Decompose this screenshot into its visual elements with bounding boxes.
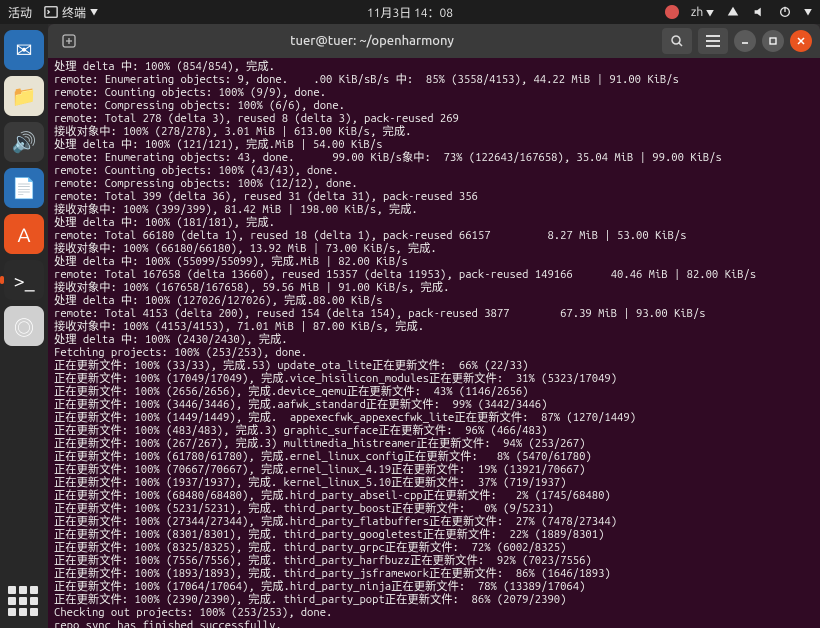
terminal-line: 接收对象中: 100% (278/278), 3.01 MiB | 613.00… (54, 125, 814, 138)
terminal-line: 处理 delta 中: 100% (2430/2430), 完成. (54, 333, 814, 346)
terminal-line: remote: Counting objects: 100% (9/9), do… (54, 86, 814, 99)
ime-indicator[interactable]: zh ▼ (691, 6, 714, 19)
power-icon[interactable] (778, 5, 792, 19)
terminal-line: 正在更新文件: 100% (5231/5231), 完成. third_part… (54, 502, 814, 515)
terminal-line: Fetching projects: 100% (253/253), done. (54, 346, 814, 359)
terminal-line: 接收对象中: 100% (399/399), 81.42 MiB | 198.0… (54, 203, 814, 216)
window-title: tuer@tuer: ~/openharmony (82, 34, 662, 48)
terminal-line: 处理 delta 中: 100% (127026/127026), 完成.88.… (54, 294, 814, 307)
terminal-line: remote: Total 4153 (delta 200), reused 1… (54, 307, 814, 320)
terminal-line: remote: Total 66180 (delta 1), reused 18… (54, 229, 814, 242)
terminal-line: 正在更新文件: 100% (8301/8301), 完成. third_part… (54, 528, 814, 541)
app-menu-label: 终端 (62, 4, 86, 21)
volume-icon[interactable] (752, 5, 766, 19)
dock-app-software[interactable]: A (4, 214, 44, 254)
terminal-line: remote: Total 399 (delta 36), reused 31 … (54, 190, 814, 203)
gnome-topbar: 活动 终端 ▼ 11月3日 14：08 zh ▼ ▼ (0, 0, 820, 24)
terminal-window: tuer@tuer: ~/openharmony 处理 delta 中: 100… (48, 24, 820, 628)
terminal-line: 正在更新文件: 100% (1893/1893), 完成. third_part… (54, 567, 814, 580)
dock-app-files[interactable]: 📁 (4, 76, 44, 116)
terminal-line: 正在更新文件: 100% (17064/17064), 完成.hird_part… (54, 580, 814, 593)
terminal-line: Checking out projects: 100% (253/253), d… (54, 606, 814, 619)
terminal-line: 正在更新文件: 100% (2656/2656), 完成.device_qemu… (54, 385, 814, 398)
plus-box-icon (62, 34, 76, 48)
terminal-line: 接收对象中: 100% (4153/4153), 71.01 MiB | 87.… (54, 320, 814, 333)
terminal-line: 正在更新文件: 100% (61780/61780), 完成.ernel_lin… (54, 450, 814, 463)
terminal-line: 正在更新文件: 100% (483/483), 完成.3) graphic_su… (54, 424, 814, 437)
terminal-app-icon (44, 5, 58, 19)
terminal-line: 正在更新文件: 100% (27344/27344), 完成.hird_part… (54, 515, 814, 528)
network-icon[interactable] (726, 5, 740, 19)
terminal-line: repo sync has finished successfully. (54, 619, 814, 628)
new-tab-button[interactable] (56, 28, 82, 54)
search-button[interactable] (662, 28, 692, 54)
dock-app-libreoffice[interactable]: 📄 (4, 168, 44, 208)
terminal-line: remote: Enumerating objects: 9, done. .0… (54, 73, 814, 86)
terminal-line: remote: Total 167658 (delta 13660), reus… (54, 268, 814, 281)
terminal-line: 处理 delta 中: 100% (55099/55099), 完成.MiB |… (54, 255, 814, 268)
terminal-line: 正在更新文件: 100% (70667/70667), 完成.ernel_lin… (54, 463, 814, 476)
terminal-line: 接收对象中: 100% (66180/66180), 13.92 MiB | 7… (54, 242, 814, 255)
terminal-line: 正在更新文件: 100% (267/267), 完成.3) multimedia… (54, 437, 814, 450)
terminal-line: 正在更新文件: 100% (2390/2390), 完成. third_part… (54, 593, 814, 606)
dock-app-thunderbird[interactable]: ✉ (4, 30, 44, 70)
notification-badge-icon[interactable] (665, 5, 679, 19)
terminal-line: 处理 delta 中: 100% (121/121), 完成.MiB | 54.… (54, 138, 814, 151)
terminal-line: 正在更新文件: 100% (1937/1937), 完成. kernel_lin… (54, 476, 814, 489)
terminal-line: remote: Compressing objects: 100% (6/6),… (54, 99, 814, 112)
dock-app-terminal[interactable]: >_ (4, 260, 44, 300)
close-icon (796, 36, 806, 46)
show-applications-button[interactable] (8, 586, 40, 618)
dock-app-disc[interactable]: ◎ (4, 306, 44, 346)
terminal-line: 正在更新文件: 100% (17049/17049), 完成.vice_hisi… (54, 372, 814, 385)
dock-app-rhythmbox[interactable]: 🔊 (4, 122, 44, 162)
dock: ✉ 📁 🔊 📄 A >_ ◎ (0, 24, 48, 628)
system-menu-chevron-icon[interactable]: ▼ (804, 7, 812, 18)
minimize-button[interactable] (734, 30, 756, 52)
terminal-line: 正在更新文件: 100% (7556/7556), 完成. third_part… (54, 554, 814, 567)
terminal-line: remote: Total 278 (delta 3), reused 8 (d… (54, 112, 814, 125)
terminal-output[interactable]: 处理 delta 中: 100% (854/854), 完成.remote: E… (48, 58, 820, 628)
terminal-line: 正在更新文件: 100% (3446/3446), 完成.aafwk_stand… (54, 398, 814, 411)
clock[interactable]: 11月3日 14：08 (367, 4, 453, 21)
hamburger-menu-button[interactable] (698, 28, 728, 54)
terminal-line: remote: Enumerating objects: 43, done. 9… (54, 151, 814, 164)
maximize-button[interactable] (762, 30, 784, 52)
terminal-line: 正在更新文件: 100% (8325/8325), 完成. third_part… (54, 541, 814, 554)
terminal-line: 正在更新文件: 100% (1449/1449), 完成. appexecfwk… (54, 411, 814, 424)
terminal-line: 接收对象中: 100% (167658/167658), 59.56 MiB |… (54, 281, 814, 294)
terminal-line: 处理 delta 中: 100% (854/854), 完成. (54, 60, 814, 73)
app-menu[interactable]: 终端 ▼ (44, 4, 98, 21)
maximize-icon (768, 36, 778, 46)
terminal-line: 正在更新文件: 100% (68480/68480), 完成.hird_part… (54, 489, 814, 502)
terminal-line: 处理 delta 中: 100% (181/181), 完成. (54, 216, 814, 229)
terminal-line: remote: Compressing objects: 100% (12/12… (54, 177, 814, 190)
hamburger-icon (706, 35, 720, 37)
close-button[interactable] (790, 30, 812, 52)
terminal-line: remote: Counting objects: 100% (43/43), … (54, 164, 814, 177)
chevron-down-icon: ▼ (90, 7, 98, 18)
terminal-line: 正在更新文件: 100% (33/33), 完成.53) update_ota_… (54, 359, 814, 372)
search-icon (670, 34, 684, 48)
minimize-icon (740, 36, 750, 46)
activities-button[interactable]: 活动 (8, 4, 32, 21)
window-titlebar: tuer@tuer: ~/openharmony (48, 24, 820, 58)
